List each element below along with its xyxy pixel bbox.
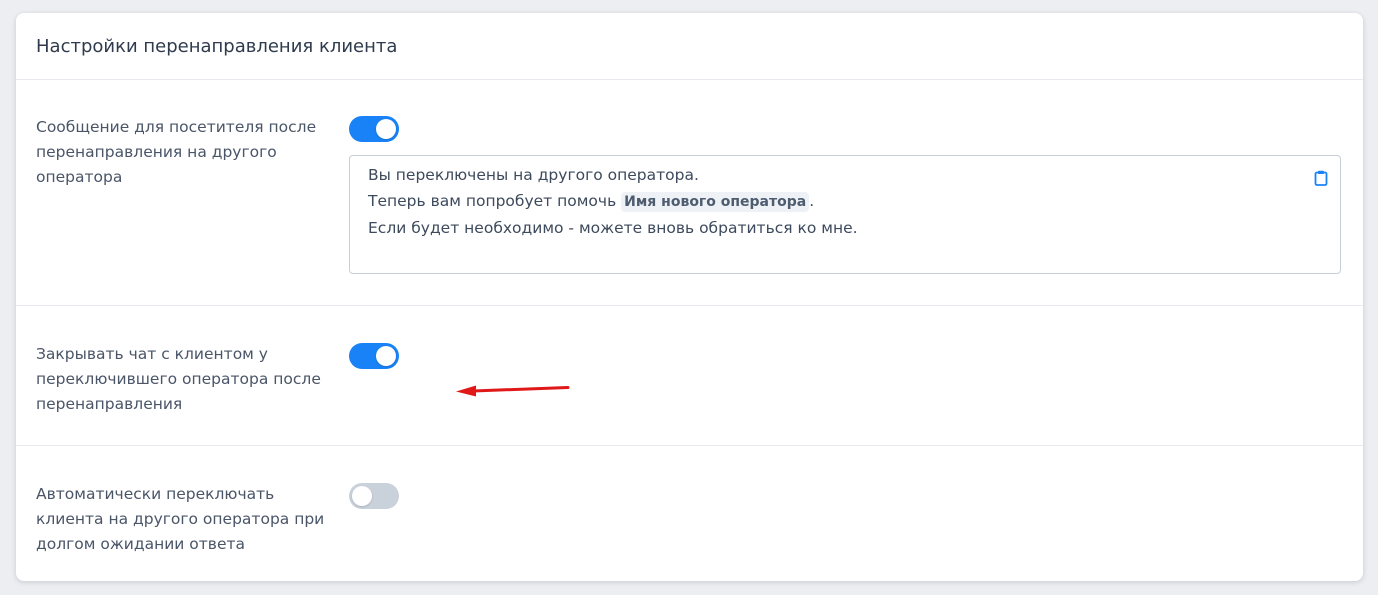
operator-name-variable[interactable]: Имя нового оператора	[621, 192, 810, 212]
setting-label-redirect-message: Сообщение для посетителя после перенапра…	[36, 115, 326, 190]
message-line: Вы переключены на другого оператора.	[368, 166, 699, 184]
card-title: Настройки перенаправления клиента	[16, 13, 1363, 80]
auto-switch-toggle[interactable]	[349, 483, 399, 509]
label-line: долгом ожидании ответа	[36, 535, 246, 553]
label-line: перенаправления	[36, 395, 183, 413]
setting-label-close-chat: Закрывать чат с клиентом у переключившег…	[36, 342, 326, 417]
settings-card: Настройки перенаправления клиента Сообще…	[16, 13, 1363, 581]
setting-label-auto-switch: Автоматически переключать клиента на дру…	[36, 482, 326, 557]
annotation-arrow-icon	[456, 385, 570, 397]
message-text-segment: .	[809, 192, 815, 210]
label-line: Сообщение для посетителя после	[36, 118, 317, 136]
message-line: Если будет необходимо - можете вновь обр…	[368, 219, 858, 237]
label-line: клиента на другого оператора при	[36, 510, 325, 528]
label-line: перенаправления на другого	[36, 143, 277, 161]
message-text-segment: Теперь вам попробует помочь	[368, 192, 622, 210]
message-line: Теперь вам попробует помочь Имя нового о…	[368, 188, 858, 215]
setting-row-close-chat: Закрывать чат с клиентом у переключившег…	[16, 306, 1363, 446]
toggle-knob	[376, 346, 396, 366]
toggle-knob	[352, 486, 372, 506]
redirect-message-editor[interactable]: Вы переключены на другого оператора. Теп…	[349, 155, 1341, 274]
close-chat-toggle[interactable]	[349, 343, 399, 369]
redirect-message-text: Вы переключены на другого оператора. Теп…	[368, 162, 858, 241]
clipboard-icon[interactable]	[1314, 170, 1328, 186]
label-line: Автоматически переключать	[36, 485, 275, 503]
label-line: Закрывать чат с клиентом у	[36, 345, 268, 363]
redirect-message-toggle[interactable]	[349, 116, 399, 142]
label-line: оператора	[36, 168, 123, 186]
label-line: переключившего оператора после	[36, 370, 321, 388]
toggle-knob	[376, 119, 396, 139]
setting-row-redirect-message: Сообщение для посетителя после перенапра…	[16, 80, 1363, 306]
setting-row-auto-switch: Автоматически переключать клиента на дру…	[16, 446, 1363, 581]
